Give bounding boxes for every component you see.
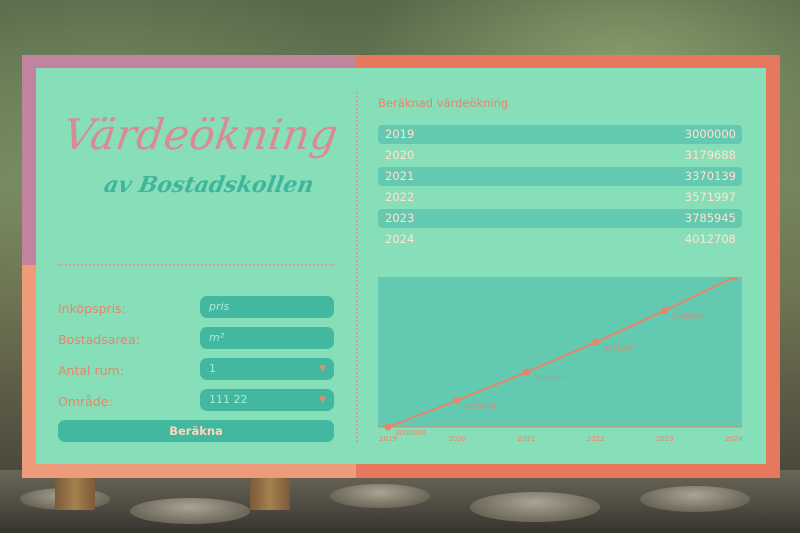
row-value: 4012708: [684, 232, 736, 246]
chart-point: [522, 368, 530, 376]
section-divider: [58, 264, 334, 266]
chart-point: [592, 338, 600, 346]
chart-x-tick-label: 2019: [379, 435, 397, 443]
table-row: 2024 4012708: [378, 230, 742, 249]
chart-x-tick-label: 2023: [656, 435, 674, 443]
chart-x-tick-label: 2021: [517, 435, 535, 443]
coin: [130, 498, 250, 524]
table-row: 2019 3000000: [378, 125, 742, 144]
value-chart: 3000000 2019 3179688 2020 3370139 2021 3571997…: [378, 277, 742, 445]
column-divider: [356, 92, 358, 442]
chart-x-tick-label: 2022: [587, 435, 605, 443]
table-row: 2021 3370139: [378, 167, 742, 186]
chart-data-label: 3370139: [533, 374, 564, 382]
app-title: Värdeökning: [60, 110, 342, 159]
table-row: 2022 3571997: [378, 188, 742, 207]
rooms-select-value: 1: [209, 362, 216, 375]
row-value: 3179688: [684, 148, 736, 162]
chart-data-label: 3785945: [672, 313, 703, 321]
chart-data-label: 3571997: [603, 344, 634, 352]
chart-x-tick-label: 2024: [725, 435, 742, 443]
row-value: 3571997: [684, 190, 736, 204]
chart-x-tick-label: 2020: [448, 435, 466, 443]
chart-point: [384, 423, 392, 431]
row-year: 2019: [385, 127, 415, 141]
row-year: 2020: [385, 148, 415, 162]
rooms-select[interactable]: 1 ▼: [200, 358, 334, 380]
table-row: 2023 3785945: [378, 209, 742, 228]
chart-data-label: 4012708: [741, 279, 742, 287]
area-label: Bostadsarea:: [58, 332, 140, 347]
row-value: 3370139: [684, 169, 736, 183]
area-input[interactable]: m²: [200, 327, 334, 349]
purchase-price-label: Inköpspris:: [58, 301, 126, 316]
app-subtitle: av Bostadskollen: [102, 172, 316, 198]
chevron-down-icon: ▼: [319, 364, 326, 374]
row-year: 2024: [385, 232, 415, 246]
results-title: Beräknad värdeökning: [378, 96, 509, 110]
row-year: 2021: [385, 169, 415, 183]
rooms-label: Antal rum:: [58, 363, 124, 378]
calculate-button[interactable]: Beräkna: [58, 420, 334, 442]
table-row: 2020 3179688: [378, 146, 742, 165]
value-chart-svg: 30000002019 3179688 2020 3370139 2021 3571997…: [378, 277, 742, 443]
row-year: 2022: [385, 190, 415, 204]
chart-point: [453, 396, 461, 404]
region-label: Område:: [58, 394, 113, 409]
purchase-price-input[interactable]: pris: [200, 296, 334, 318]
chevron-down-icon: ▼: [319, 395, 326, 405]
region-select[interactable]: 111 22 ▼: [200, 389, 334, 411]
chart-data-label: 3000000: [395, 429, 426, 437]
row-value: 3785945: [684, 211, 736, 225]
region-select-value: 111 22: [209, 393, 248, 406]
coin: [470, 492, 600, 522]
chart-point: [661, 307, 669, 315]
coin: [640, 486, 750, 512]
row-value: 3000000: [684, 127, 736, 141]
chart-data-label: 3179688: [464, 402, 495, 410]
coin: [330, 484, 430, 508]
row-year: 2023: [385, 211, 415, 225]
background-coins: [0, 470, 800, 533]
